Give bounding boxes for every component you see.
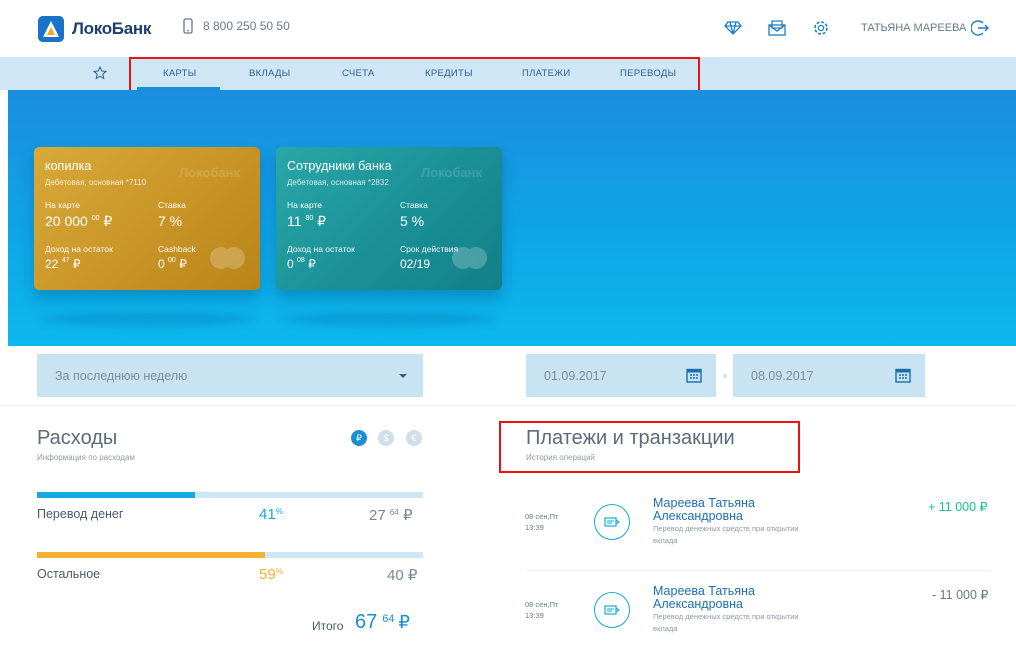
period-select-value: За последнюю неделю <box>55 368 188 383</box>
card-name: копилка <box>45 159 92 173</box>
card-income-label: Доход на остаток <box>287 244 355 254</box>
date-from-value: 01.09.2017 <box>544 368 607 383</box>
expense-bar-fill <box>37 552 265 558</box>
mail-icon[interactable] <box>766 17 788 39</box>
card-rate-value: 5 % <box>400 213 425 229</box>
period-select[interactable]: За последнюю неделю <box>37 354 423 397</box>
card-balance-label: На карте <box>45 200 80 210</box>
card-staff[interactable]: Сотрудники банка Локобанк Дебетовая, осн… <box>276 147 502 290</box>
card-cashback-value: 0 00 ₽ <box>158 257 187 271</box>
expenses-subtitle: Информация по расходам <box>37 453 135 462</box>
transfer-icon[interactable] <box>594 504 630 540</box>
transactions-title: Платежи и транзакции <box>526 427 735 449</box>
expense-label: Остальное <box>37 567 101 581</box>
expense-bar-transfer <box>37 492 423 498</box>
logo[interactable]: ЛокоБанк <box>38 16 151 42</box>
phone-number: 8 800 250 50 50 <box>203 19 290 33</box>
card-expiry-value: 02/19 <box>400 257 431 271</box>
date-to-field[interactable]: 08.09.2017 <box>733 354 925 397</box>
divider <box>525 570 991 571</box>
diamond-icon[interactable] <box>722 17 744 39</box>
transaction-datetime: 08 сен,Пт 13:39 <box>525 512 559 532</box>
total-label: Итого <box>312 619 344 633</box>
transaction-description: Перевод денежных средств при открытии вк… <box>653 524 799 545</box>
header: ЛокоБанк 8 800 250 50 50 ТАТЬЯНА МАРЕЕВА <box>0 0 1016 57</box>
expense-label: Перевод денег <box>37 507 124 521</box>
card-income-label: Доход на остаток <box>45 244 113 254</box>
card-balance-value: 11 80 ₽ <box>287 213 327 229</box>
card-rate-value: 7 % <box>158 213 183 229</box>
card-cashback-label: Cashback <box>158 244 196 254</box>
card-balance-label: На карте <box>287 200 322 210</box>
phone-block[interactable]: 8 800 250 50 50 <box>183 18 290 34</box>
transaction-datetime: 08 сен,Пт 13:39 <box>525 600 559 620</box>
chevron-down-icon <box>399 374 407 378</box>
card-watermark: Локобанк <box>421 165 482 180</box>
mastercard-icon <box>452 247 488 273</box>
card-kopilka[interactable]: копилка Локобанк Дебетовая, основная *71… <box>34 147 260 290</box>
logo-icon <box>38 16 64 42</box>
expenses-title: Расходы <box>37 427 118 449</box>
card-shadow <box>40 312 254 326</box>
transaction-amount: - 11 000 ₽ <box>932 588 989 602</box>
transfer-icon[interactable] <box>594 592 630 628</box>
expense-bar-fill <box>37 492 196 498</box>
date-from-field[interactable]: 01.09.2017 <box>526 354 716 397</box>
card-shadow <box>282 312 496 326</box>
currency-usd-button[interactable]: $ <box>378 430 394 446</box>
card-subtitle: Дебетовая, основная *7110 <box>45 178 147 187</box>
calendar-icon[interactable] <box>895 367 911 386</box>
gear-icon[interactable] <box>810 17 832 39</box>
calendar-icon[interactable] <box>686 367 702 386</box>
expense-amount: 40 ₽ <box>387 567 418 584</box>
expense-percent: 59% <box>259 566 283 583</box>
user-name[interactable]: ТАТЬЯНА МАРЕЕВА <box>861 22 966 34</box>
card-balance-value: 20 000 00 ₽ <box>45 213 113 229</box>
transactions-subtitle: История операций <box>526 453 595 462</box>
card-watermark: Локобанк <box>179 165 240 180</box>
expense-percent: 41% <box>259 506 283 523</box>
date-to-value: 08.09.2017 <box>751 368 814 383</box>
card-expiry-label: Срок действия <box>400 244 459 254</box>
card-rate-label: Ставка <box>400 200 428 210</box>
phone-icon <box>183 18 193 34</box>
transaction-description: Перевод денежных средств при открытии вк… <box>653 612 799 633</box>
date-separator <box>723 374 727 378</box>
card-income-value: 22 47 ₽ <box>45 257 81 271</box>
transaction-name[interactable]: Мареева Татьяна Александровна <box>653 585 755 611</box>
card-name: Сотрудники банка <box>287 159 392 173</box>
mastercard-icon <box>210 247 246 273</box>
divider <box>0 405 1016 406</box>
currency-rub-button[interactable]: ₽ <box>351 430 367 446</box>
total-value: 67 64 ₽ <box>355 611 410 633</box>
expense-amount: 27 64 ₽ <box>369 507 413 524</box>
card-subtitle: Дебетовая, основная *2832 <box>287 178 389 187</box>
logo-text: ЛокоБанк <box>72 19 152 38</box>
transaction-amount: + 11 000 ₽ <box>928 500 988 514</box>
card-rate-label: Ставка <box>158 200 186 210</box>
logout-icon[interactable] <box>969 17 991 39</box>
favorites-star-icon[interactable] <box>92 65 108 85</box>
currency-eur-button[interactable]: € <box>406 430 422 446</box>
expense-bar-other <box>37 552 423 558</box>
transaction-name[interactable]: Мареева Татьяна Александровна <box>653 497 755 523</box>
card-income-value: 0 08 ₽ <box>287 257 316 271</box>
